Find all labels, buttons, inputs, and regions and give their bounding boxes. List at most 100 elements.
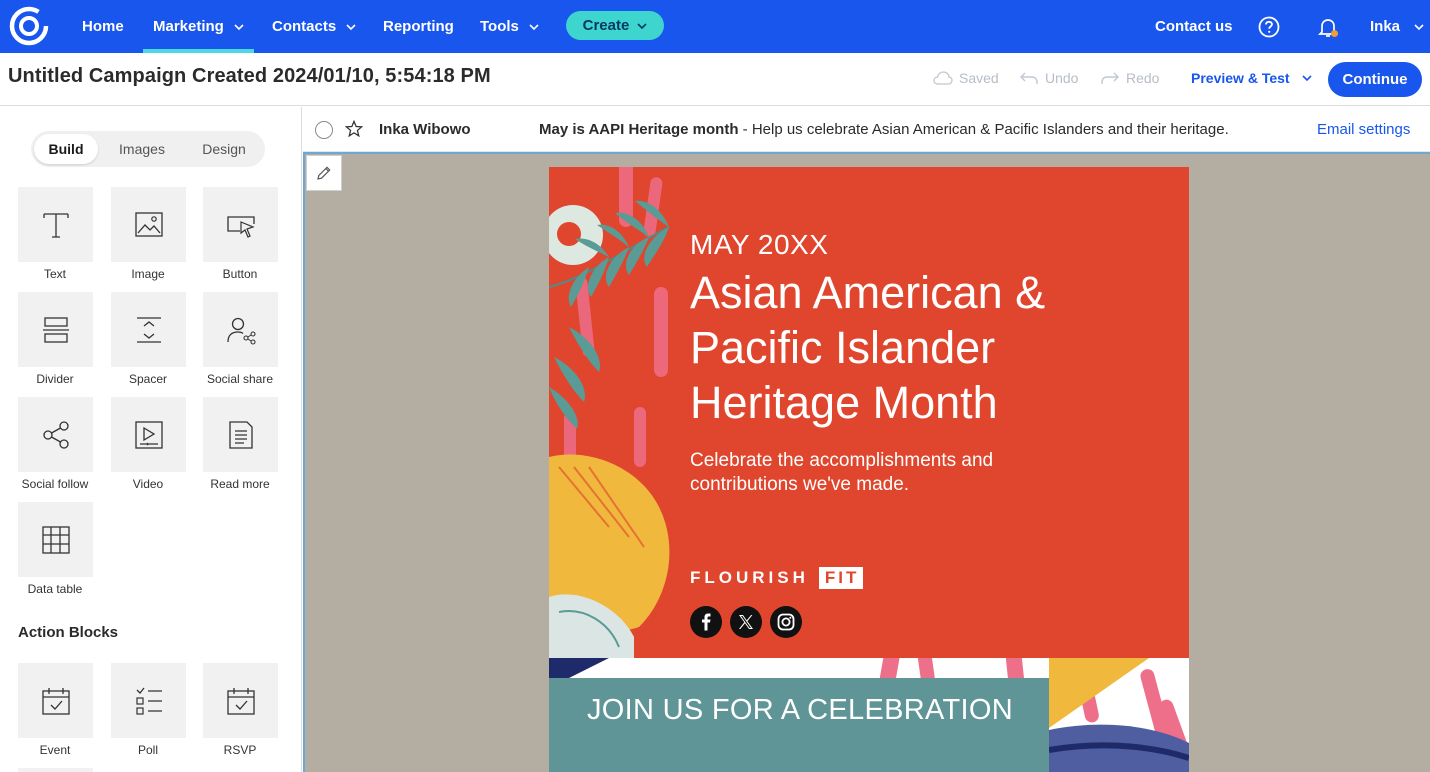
email-subject: May is AAPI Heritage month - Help us cel…: [539, 121, 1229, 138]
user-menu[interactable]: Inka: [1370, 0, 1424, 53]
saved-status: Saved: [933, 70, 999, 86]
block-button[interactable]: [203, 187, 278, 262]
nav-contacts[interactable]: Contacts: [272, 0, 356, 53]
button-icon: [226, 215, 255, 238]
nav-home[interactable]: Home: [82, 0, 124, 53]
email-settings-link[interactable]: Email settings: [1317, 121, 1410, 138]
block-social-follow[interactable]: [18, 397, 93, 472]
email-hero-block[interactable]: MAY 20XX Asian American & Pacific Island…: [549, 167, 1189, 658]
undo-icon: [1020, 72, 1038, 84]
nav-home-label: Home: [82, 18, 124, 35]
logo-icon[interactable]: [9, 6, 49, 46]
social-share-icon: [226, 317, 256, 345]
tab-design[interactable]: Design: [188, 134, 260, 164]
facebook-glyph: [702, 613, 711, 631]
sender-name: Inka Wibowo: [379, 121, 471, 138]
block-divider[interactable]: [18, 292, 93, 367]
video-icon: [134, 420, 163, 449]
user-name: Inka: [1370, 18, 1401, 35]
tab-images[interactable]: Images: [106, 134, 178, 164]
block-image[interactable]: [111, 187, 186, 262]
top-navigation: Home Marketing Contacts Reporting Tools …: [0, 0, 1430, 53]
chevron-down-icon: [637, 22, 647, 29]
divider-icon: [42, 316, 69, 343]
block-read-more[interactable]: [203, 397, 278, 472]
join-heading: JOIN US FOR A CELEBRATION: [587, 694, 1013, 726]
help-icon: [1258, 16, 1280, 37]
block-read-more-label: Read more: [210, 477, 270, 491]
subject-preheader: - Help us celebrate Asian American & Pac…: [738, 121, 1229, 138]
notifications-button[interactable]: [1316, 0, 1340, 53]
bell-icon: [1317, 18, 1339, 37]
star-icon[interactable]: [345, 120, 363, 138]
spacer-icon: [136, 316, 161, 343]
brand-logo: FLOURISH FIT: [690, 567, 864, 589]
block-video[interactable]: [111, 397, 186, 472]
subject-bold: May is AAPI Heritage month: [539, 121, 739, 138]
continue-button[interactable]: Continue: [1328, 62, 1422, 97]
block-text[interactable]: [18, 187, 93, 262]
instagram-icon[interactable]: [770, 606, 802, 638]
chevron-down-icon: [529, 23, 539, 30]
continue-label: Continue: [1342, 71, 1408, 88]
redo-icon: [1101, 72, 1119, 84]
brand-name-box: FIT: [818, 567, 864, 589]
block-social-share-label: Social share: [206, 372, 274, 386]
saved-label: Saved: [959, 70, 999, 86]
nav-marketing[interactable]: Marketing: [143, 0, 254, 53]
chevron-down-icon: [1301, 75, 1312, 82]
contact-us-label: Contact us: [1155, 18, 1233, 35]
x-twitter-icon[interactable]: [730, 606, 762, 638]
chevron-down-icon: [234, 23, 244, 30]
edit-button[interactable]: [306, 155, 342, 191]
calendar-check-icon: [226, 687, 255, 715]
block-partial[interactable]: [18, 768, 93, 772]
hero-subtitle: Celebrate the accomplishments and contri…: [690, 450, 994, 495]
x-glyph: [739, 615, 753, 629]
read-more-icon: [228, 420, 253, 449]
block-data-table[interactable]: [18, 502, 93, 577]
calendar-check-icon: [41, 687, 70, 715]
nav-contacts-label: Contacts: [272, 18, 337, 35]
block-social-share[interactable]: [203, 292, 278, 367]
preview-test-button[interactable]: Preview & Test: [1191, 70, 1312, 86]
social-follow-icon: [42, 420, 69, 449]
create-label: Create: [582, 17, 630, 34]
nav-tools[interactable]: Tools: [480, 0, 539, 53]
block-button-label: Button: [222, 267, 258, 281]
undo-label: Undo: [1045, 70, 1079, 86]
poll-icon: [135, 687, 162, 715]
image-icon: [134, 211, 163, 237]
sidebar-tabs: Build Images Design: [31, 131, 265, 167]
block-spacer[interactable]: [111, 292, 186, 367]
data-table-icon: [41, 525, 70, 554]
preview-label: Preview & Test: [1191, 70, 1290, 86]
block-rsvp[interactable]: [203, 663, 278, 738]
email-event-block[interactable]: JOIN US FOR A CELEBRATION: [549, 658, 1189, 772]
nav-reporting[interactable]: Reporting: [383, 0, 454, 53]
chevron-down-icon: [1414, 23, 1424, 30]
tab-build[interactable]: Build: [34, 134, 98, 164]
redo-label: Redo: [1126, 70, 1160, 86]
undo-button[interactable]: Undo: [1019, 70, 1078, 86]
contact-us-link[interactable]: Contact us: [1155, 0, 1233, 53]
create-button[interactable]: Create: [566, 11, 664, 40]
brand-name: FLOURISH: [690, 568, 809, 587]
redo-button[interactable]: Redo: [1100, 70, 1159, 86]
tropical-leaves-illustration: [549, 167, 670, 658]
action-blocks-heading: Action Blocks: [18, 624, 119, 641]
campaign-title-bar: Untitled Campaign Created 2024/01/10, 5:…: [0, 53, 1430, 106]
hero-eyebrow: MAY 20XX: [690, 229, 829, 260]
cloud-icon: [933, 71, 953, 85]
block-data-table-label: Data table: [27, 582, 83, 596]
campaign-title[interactable]: Untitled Campaign Created 2024/01/10, 5:…: [8, 65, 491, 88]
select-radio[interactable]: [315, 121, 333, 139]
nav-tools-label: Tools: [480, 18, 519, 35]
block-event[interactable]: [18, 663, 93, 738]
help-button[interactable]: [1258, 0, 1280, 53]
email-header-bar: Inka Wibowo May is AAPI Heritage month -…: [303, 107, 1430, 152]
facebook-icon[interactable]: [690, 606, 722, 638]
block-poll[interactable]: [111, 663, 186, 738]
nav-reporting-label: Reporting: [383, 18, 454, 35]
pencil-icon: [317, 166, 331, 180]
